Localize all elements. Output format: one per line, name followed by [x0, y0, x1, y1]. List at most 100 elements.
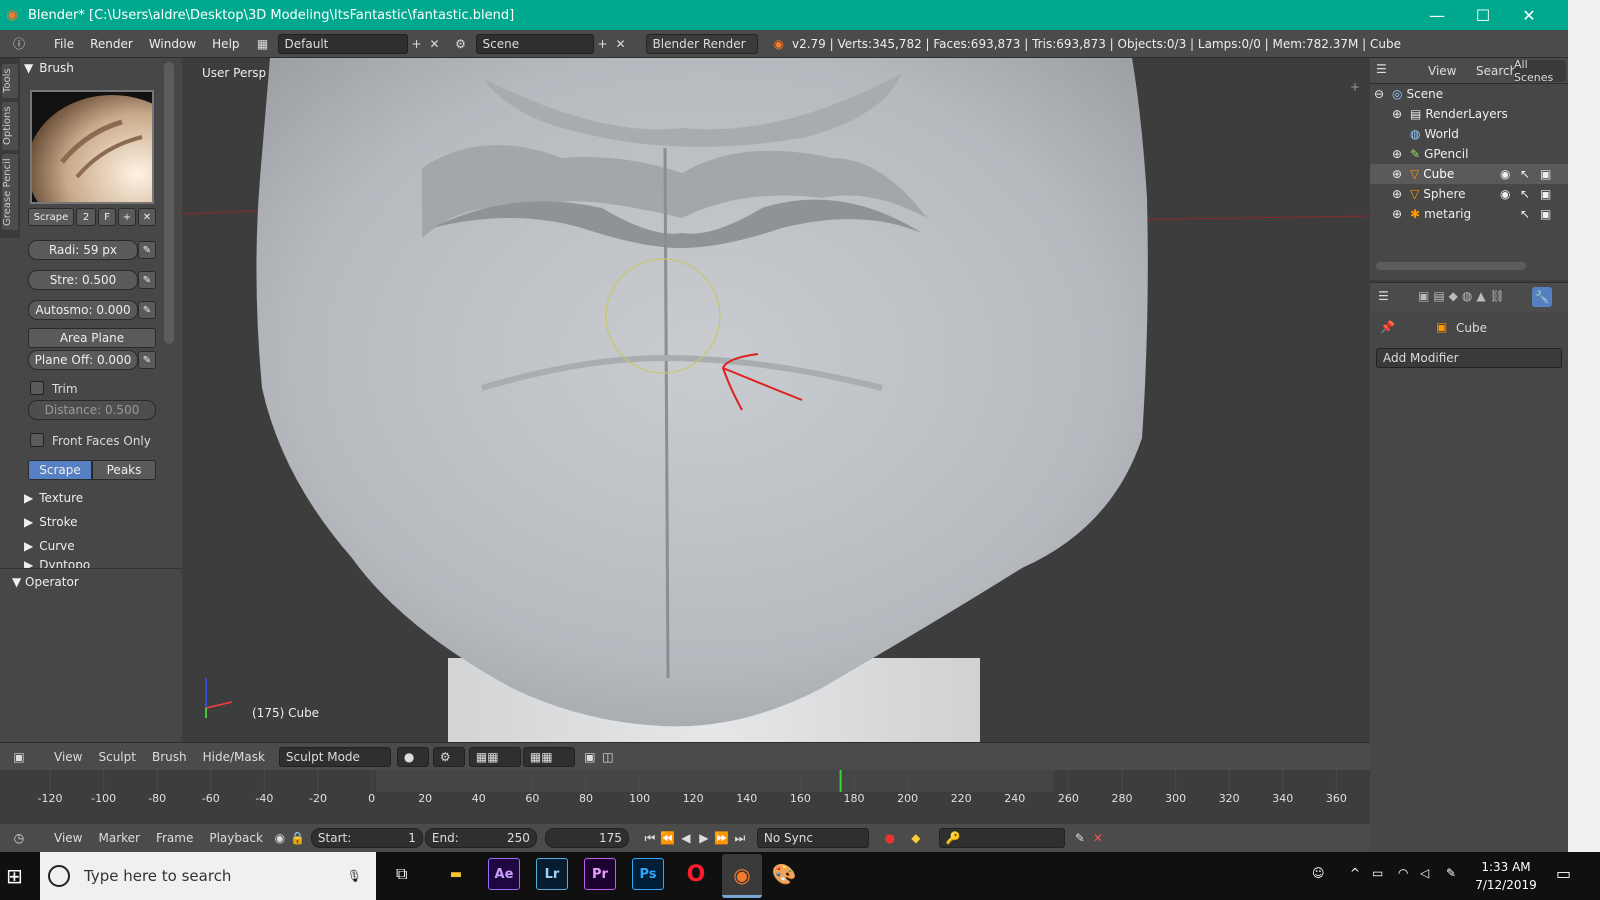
plane-offset-field[interactable]: Plane Off: 0.000 — [28, 350, 138, 370]
brush-users-field[interactable]: 2 — [76, 208, 96, 226]
menu-window[interactable]: Window — [141, 37, 204, 51]
maximize-button[interactable]: ☐ — [1460, 0, 1506, 30]
timeline-editor-icon[interactable]: ◷ — [10, 829, 28, 847]
curve-panel-header[interactable]: ▶ Curve — [24, 536, 158, 556]
modifier-wrench-icon[interactable]: 🔧 — [1532, 287, 1552, 307]
editor-type-icon[interactable]: ▣ — [10, 748, 28, 766]
clock-date[interactable]: 7/12/2019 — [1470, 878, 1542, 892]
peaks-mode-button[interactable]: Peaks — [92, 460, 156, 480]
paint-icon[interactable]: 🎨 — [768, 858, 800, 890]
jump-key-forward-icon[interactable]: ⏩ — [713, 829, 731, 847]
start-frame-field[interactable]: Start: 1 — [310, 828, 423, 848]
windows-start-icon[interactable]: ⊞ — [6, 864, 23, 888]
pivot-icon[interactable]: ⚙ — [432, 746, 465, 767]
expand-icon[interactable]: ⊕ — [1392, 147, 1406, 161]
visibility-eye-icon[interactable]: ◉ — [1500, 167, 1510, 181]
outliner-view-menu[interactable]: View — [1428, 64, 1456, 78]
menu-brush[interactable]: Brush — [144, 750, 195, 764]
menu-view[interactable]: View — [46, 831, 90, 845]
texture-panel-header[interactable]: ▶ Texture — [24, 488, 158, 508]
file-explorer-icon[interactable]: ▬ — [440, 858, 472, 890]
battery-icon[interactable]: ▭ — [1372, 866, 1383, 880]
layers-grid-icon-2[interactable]: ▦▦ — [522, 746, 575, 767]
add-scene-icon[interactable]: + — [594, 35, 612, 53]
selectable-cursor-icon[interactable]: ↖ — [1520, 207, 1530, 221]
pressure-strength-icon[interactable]: ✎ — [138, 271, 156, 289]
radius-field[interactable]: Radi: 59 px — [28, 240, 138, 260]
remove-scene-icon[interactable]: ✕ — [612, 35, 630, 53]
render-engine-selector[interactable]: Blender Render — [645, 33, 758, 54]
current-frame-field[interactable]: 175 — [544, 828, 629, 848]
camera-render-icon[interactable]: ◫ — [599, 748, 617, 766]
outliner-row-scene[interactable]: ⊖ ◎ Scene — [1370, 84, 1568, 104]
sync-mode-selector[interactable]: No Sync — [756, 828, 869, 848]
minimize-button[interactable]: — — [1414, 0, 1460, 30]
fake-user-button[interactable]: F — [98, 208, 116, 226]
insert-keyframe-icon[interactable]: ✎ — [1071, 829, 1089, 847]
close-button[interactable]: ✕ — [1506, 0, 1552, 30]
info-editor-icon[interactable]: ⓘ — [10, 35, 28, 53]
menu-sculpt[interactable]: Sculpt — [90, 750, 143, 764]
outliner-editor-icon[interactable]: ☰ — [1376, 62, 1387, 76]
tab-grease-pencil[interactable]: Grease Pencil — [2, 154, 18, 230]
end-frame-field[interactable]: End: 250 — [424, 828, 537, 848]
add-modifier-dropdown[interactable]: Add Modifier — [1376, 348, 1562, 368]
delete-keyframe-icon[interactable]: ✕ — [1089, 829, 1107, 847]
front-faces-checkbox[interactable] — [30, 433, 44, 447]
remove-layout-icon[interactable]: ✕ — [426, 35, 444, 53]
outliner-row-sphere[interactable]: ⊕ ▽ Sphere ◉ ↖ ▣ — [1370, 184, 1568, 204]
play-reverse-icon[interactable]: ◀ — [677, 829, 695, 847]
visibility-eye-icon[interactable]: ◉ — [1500, 187, 1510, 201]
action-center-icon[interactable]: ▭ — [1556, 864, 1571, 883]
pressure-radius-icon[interactable]: ✎ — [138, 241, 156, 259]
properties-editor-icon[interactable]: ☰ — [1378, 289, 1389, 303]
scrape-mode-button[interactable]: Scrape — [28, 460, 92, 480]
timeline[interactable]: -120 -100 -80 -60 -40 -20 0 20 40 60 80 100 120 140 16… — [0, 770, 1370, 824]
keyframe-icon[interactable]: ◆ — [907, 829, 925, 847]
task-view-icon[interactable]: ⧉ — [396, 864, 407, 884]
pen-icon[interactable]: ✎ — [1446, 866, 1456, 880]
brush-preview[interactable] — [30, 90, 154, 204]
outliner-row-cube[interactable]: ⊕ ▽ Cube ◉ ↖ ▣ — [1370, 164, 1568, 184]
scene-selector[interactable]: Scene — [475, 33, 594, 54]
volume-icon[interactable]: ◁ — [1420, 866, 1429, 880]
dyntopo-panel-header[interactable]: ▶ Dyntopo — [24, 558, 158, 568]
photoshop-icon[interactable]: Ps — [632, 858, 664, 890]
expand-region-icon[interactable]: + — [1350, 80, 1360, 94]
use-preview-range-icon[interactable]: ◉ — [271, 829, 289, 847]
jump-key-back-icon[interactable]: ⏪ — [659, 829, 677, 847]
tab-options[interactable]: Options — [2, 102, 18, 150]
outliner-row-gpencil[interactable]: ⊕ ✎ GPencil — [1370, 144, 1568, 164]
after-effects-icon[interactable]: Ae — [488, 858, 520, 890]
taskbar-search-box[interactable]: Type here to search 🎙 — [40, 852, 376, 900]
expand-icon[interactable]: ⊕ — [1392, 207, 1406, 221]
record-icon[interactable]: ● — [881, 829, 899, 847]
outliner-display-mode[interactable]: All Scenes — [1514, 58, 1566, 84]
menu-frame[interactable]: Frame — [148, 831, 201, 845]
lock-icon[interactable]: 🔒 — [289, 829, 307, 847]
shading-mode-icon[interactable]: ● — [396, 746, 429, 767]
area-plane-dropdown[interactable]: Area Plane — [28, 328, 156, 348]
tab-tools[interactable]: Tools — [2, 64, 18, 98]
renderable-camera-icon[interactable]: ▣ — [1540, 187, 1551, 201]
3d-viewport[interactable]: User Persp (175) Cube + — [182, 58, 1370, 742]
expand-icon[interactable]: ⊕ — [1392, 167, 1406, 181]
screen-layout-icon[interactable]: ▦ — [254, 35, 272, 53]
add-brush-icon[interactable]: + — [118, 208, 136, 226]
lightroom-icon[interactable]: Lr — [536, 858, 568, 890]
renderable-camera-icon[interactable]: ▣ — [1540, 207, 1551, 221]
menu-view[interactable]: View — [46, 750, 90, 764]
jump-start-icon[interactable]: ⏮ — [641, 829, 659, 847]
wifi-icon[interactable]: ◠ — [1398, 866, 1408, 880]
trim-checkbox[interactable] — [30, 381, 44, 395]
pin-icon[interactable]: 📌 — [1380, 320, 1395, 334]
scene-icon[interactable]: ⚙ — [452, 35, 470, 53]
premiere-icon[interactable]: Pr — [584, 858, 616, 890]
expand-icon[interactable]: ⊕ — [1392, 107, 1406, 121]
operator-panel-header[interactable]: ▼ Operator — [12, 575, 79, 589]
distance-field[interactable]: Distance: 0.500 — [28, 400, 156, 420]
renderable-camera-icon[interactable]: ▣ — [1540, 167, 1551, 181]
brush-name-field[interactable]: Scrape — [28, 208, 74, 226]
play-icon[interactable]: ▶ — [695, 829, 713, 847]
selectable-cursor-icon[interactable]: ↖ — [1520, 167, 1530, 181]
